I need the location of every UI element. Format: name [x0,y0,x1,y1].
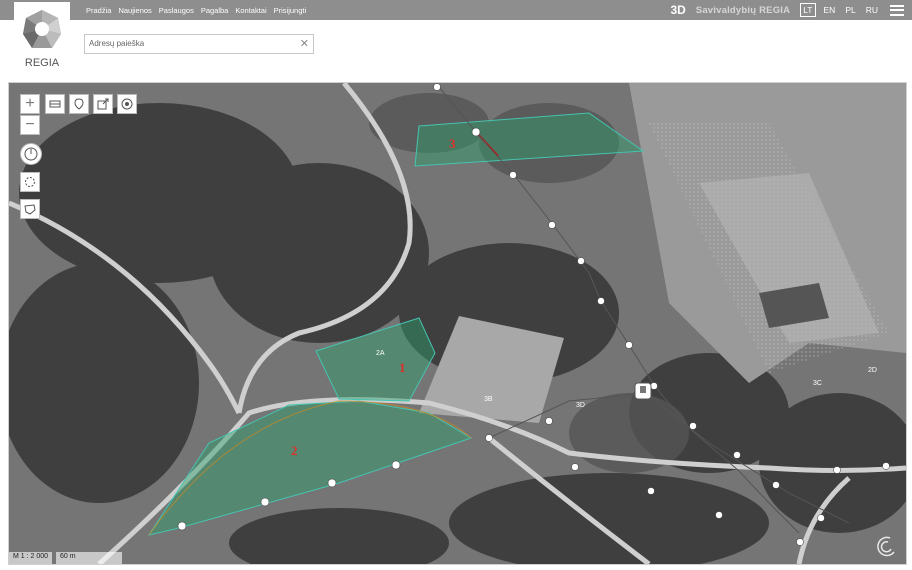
main-nav: Pradžia Naujienos Paslaugos Pagalba Kont… [86,0,306,20]
map-label-2d: 2D [868,367,877,374]
3d-toggle[interactable]: 3D [670,3,685,17]
lang-pl[interactable]: PL [843,4,857,16]
nav-news[interactable]: Naujienos [118,6,151,15]
address-search-input[interactable]: Adresų paieška ✕ [84,34,314,54]
map-label-3d: 3D [576,402,585,409]
layers-icon[interactable] [45,94,65,114]
nav-help[interactable]: Pagalba [201,6,229,15]
map-label-3c: 3C [813,380,822,387]
nav-contacts[interactable]: Kontaktai [235,6,266,15]
lang-ru[interactable]: RU [864,4,880,16]
scale-ratio: M 1 : 2 000 [9,552,53,564]
regia-logo[interactable]: REGIA [14,2,70,77]
parcel-label-3: 3 [449,136,456,151]
parcel-label-2: 2 [291,443,298,458]
top-bar: Pradžia Naujienos Paslaugos Pagalba Kont… [0,0,912,20]
menu-icon[interactable] [890,4,904,16]
corner-logo-icon [877,536,895,557]
aerial-map[interactable]: 3 1 2 2A 3B 3D 3C 2D [9,83,906,564]
search-placeholder: Adresų paieška [89,39,145,48]
scale-distance: 60 m [56,552,123,564]
scale-bar: M 1 : 2 000 60 m [9,552,123,564]
map-label-2a: 2A [376,350,385,357]
parcel-label-1: 1 [399,360,406,375]
brand-label: Savivaldybių REGIA [695,4,791,16]
draw-polygon-icon[interactable] [20,199,40,219]
measure-icon[interactable] [20,172,40,192]
top-right-controls: 3D Savivaldybių REGIA LT EN PL RU [670,0,912,20]
zoom-out-button[interactable]: − [20,115,40,135]
target-icon[interactable] [117,94,137,114]
regia-logo-icon [23,10,61,48]
nav-home[interactable]: Pradžia [86,6,111,15]
lang-en[interactable]: EN [822,4,838,16]
share-icon[interactable] [93,94,113,114]
logo-text: REGIA [24,57,60,69]
map-label-3b: 3B [484,396,493,403]
nav-login[interactable]: Prisijungti [274,6,307,15]
location-pin-icon[interactable] [69,94,89,114]
map-viewport[interactable]: 3 1 2 2A 3B 3D 3C 2D + − M 1: 2 000 60 … [8,82,907,565]
close-icon[interactable]: ✕ [300,37,309,50]
nav-services[interactable]: Paslaugos [159,6,194,15]
compass-icon[interactable] [20,143,42,165]
zoom-in-button[interactable]: + [20,94,40,114]
lang-lt[interactable]: LT [800,3,816,17]
language-switcher: LT EN PL RU [800,3,880,17]
